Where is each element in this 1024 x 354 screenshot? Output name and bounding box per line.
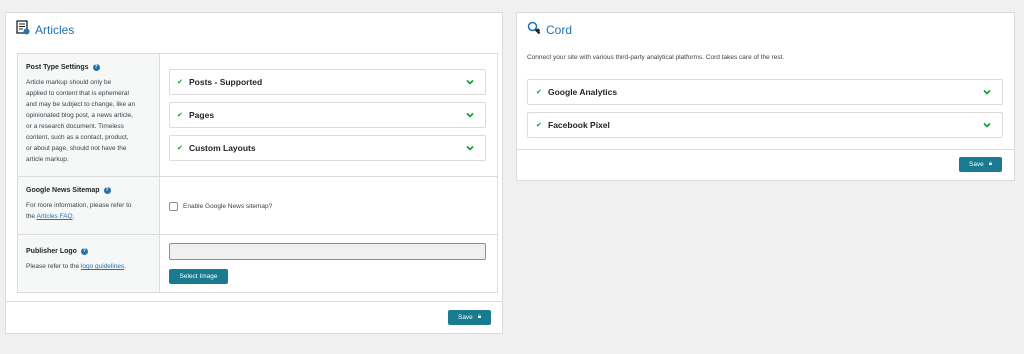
checkbox-box[interactable]	[169, 202, 178, 211]
post-type-settings-title: Post Type Settings	[26, 64, 89, 71]
accordion-facebook-pixel[interactable]: ✔ Facebook Pixel	[527, 112, 1003, 138]
articles-title: Articles	[35, 23, 75, 37]
google-news-sitemap-row: Google News Sitemap ? For more informati…	[18, 177, 497, 235]
articles-panel: Articles Post Type Settings ? Article ma…	[5, 12, 503, 334]
cord-panel: Cord Connect your site with various thir…	[516, 12, 1015, 181]
check-icon: ✔	[536, 89, 542, 96]
document-list-icon	[16, 20, 30, 40]
chevron-down-icon[interactable]	[465, 110, 475, 120]
check-icon: ✔	[177, 112, 183, 119]
accordion-label: Facebook Pixel	[548, 120, 610, 130]
magnifier-plus-icon	[527, 21, 541, 40]
chevron-down-icon[interactable]	[982, 120, 992, 130]
articles-settings-table: Post Type Settings ? Article markup shou…	[17, 53, 498, 293]
lock-icon: 🔒︎	[477, 314, 482, 320]
articles-save-button[interactable]: Save 🔒︎	[448, 310, 491, 325]
accordion-custom-layouts[interactable]: ✔ Custom Layouts	[169, 135, 486, 161]
post-type-settings-label-cell: Post Type Settings ? Article markup shou…	[18, 54, 160, 176]
check-icon: ✔	[177, 79, 183, 86]
google-news-sitemap-title: Google News Sitemap	[26, 187, 100, 194]
articles-faq-link[interactable]: Articles FAQ	[36, 213, 72, 220]
help-icon[interactable]: ?	[103, 187, 111, 194]
google-news-sitemap-label-cell: Google News Sitemap ? For more informati…	[18, 177, 160, 234]
help-icon[interactable]: ?	[80, 248, 88, 255]
post-type-settings-description: Article markup should only be applied to…	[26, 79, 136, 163]
accordion-label: Custom Layouts	[189, 143, 256, 153]
cord-title: Cord	[546, 23, 573, 37]
enable-news-sitemap-checkbox[interactable]: Enable Google News sitemap?	[169, 202, 272, 211]
accordion-label: Pages	[189, 110, 215, 120]
cord-save-button[interactable]: Save 🔒︎	[959, 157, 1002, 172]
cord-footer: Save 🔒︎	[517, 149, 1014, 180]
accordion-label: Posts - Supported	[189, 77, 263, 87]
publisher-logo-title: Publisher Logo	[26, 248, 77, 255]
accordion-label: Google Analytics	[548, 87, 618, 97]
chevron-down-icon[interactable]	[465, 77, 475, 87]
check-icon: ✔	[536, 122, 542, 129]
cord-header: Cord	[517, 13, 1014, 47]
google-news-sitemap-description: For more information, please refer to th…	[26, 202, 132, 220]
articles-header: Articles	[6, 13, 502, 47]
accordion-google-analytics[interactable]: ✔ Google Analytics	[527, 79, 1003, 105]
lock-icon: 🔒︎	[988, 161, 993, 167]
checkbox-label: Enable Google News sitemap?	[183, 203, 273, 210]
chevron-down-icon[interactable]	[982, 87, 992, 97]
accordion-pages[interactable]: ✔ Pages	[169, 102, 486, 128]
publisher-logo-label-cell: Publisher Logo ? Please refer to the log…	[18, 235, 160, 292]
select-image-button[interactable]: Select Image	[169, 269, 228, 284]
publisher-logo-input[interactable]	[169, 243, 486, 260]
accordion-posts[interactable]: ✔ Posts - Supported	[169, 69, 486, 95]
check-icon: ✔	[177, 145, 183, 152]
post-type-settings-row: Post Type Settings ? Article markup shou…	[18, 54, 497, 177]
publisher-logo-description: Please refer to the logo guidelines.	[26, 263, 127, 270]
articles-footer: Save 🔒︎	[6, 301, 502, 333]
chevron-down-icon[interactable]	[465, 143, 475, 153]
logo-guidelines-link[interactable]: logo guidelines	[81, 263, 124, 270]
help-icon[interactable]: ?	[92, 64, 100, 71]
cord-intro: Connect your site with various third-par…	[527, 54, 785, 61]
publisher-logo-row: Publisher Logo ? Please refer to the log…	[18, 235, 497, 292]
